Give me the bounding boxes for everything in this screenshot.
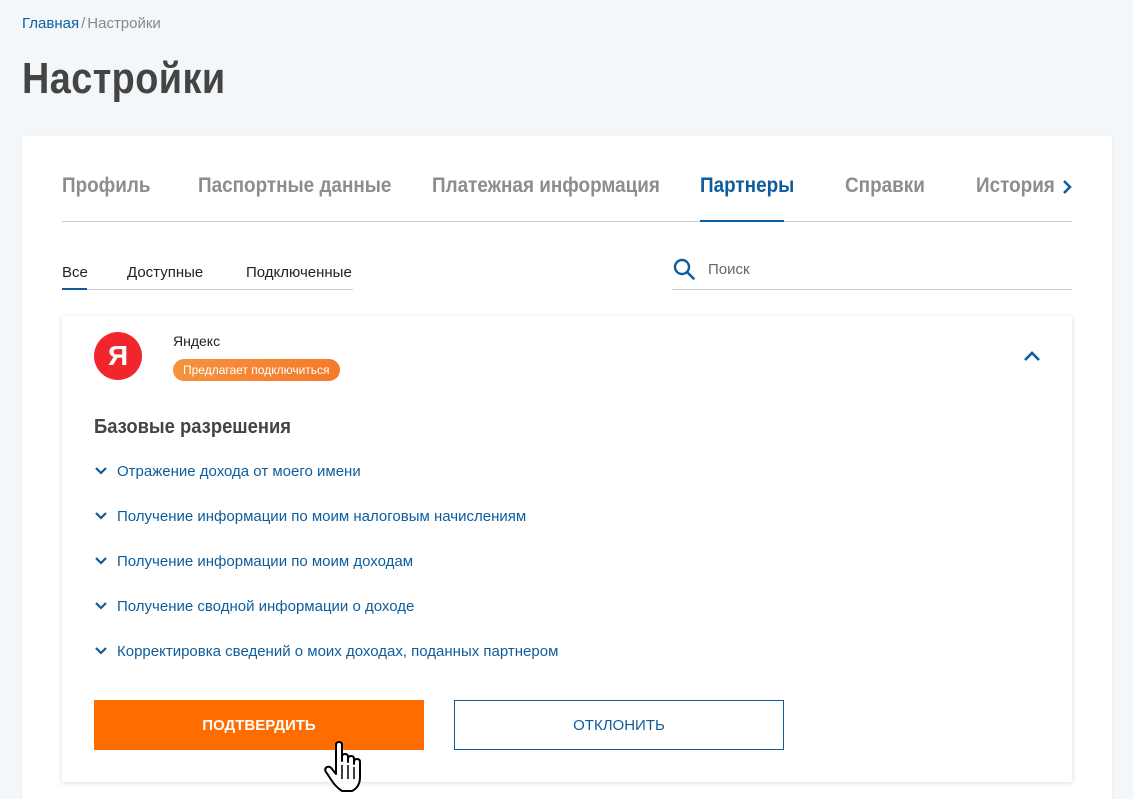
permissions-title: Базовые разрешения — [94, 416, 292, 438]
chevron-down-icon — [95, 467, 107, 475]
permission-item[interactable]: Получение информации по моим налоговым н… — [94, 505, 526, 527]
search-icon — [673, 258, 695, 280]
chevron-down-icon — [95, 557, 107, 565]
permission-label: Получение информации по моим налоговым н… — [117, 507, 527, 525]
settings-tabs: Профиль Паспортные данные Платежная инфо… — [62, 136, 1072, 222]
active-subtab-indicator — [62, 288, 87, 290]
partner-filter-tabs: Все Доступные Подключенные — [62, 260, 353, 290]
tab-history[interactable]: История — [976, 174, 1055, 198]
permission-label: Получение информации по моим доходам — [117, 552, 414, 570]
permission-label: Получение сводной информации о доходе — [117, 597, 415, 615]
chevron-up-icon — [1024, 351, 1040, 361]
partner-card-yandex: Я Яндекс Предлагает подключиться Базовые… — [62, 316, 1072, 782]
chevron-down-icon — [95, 602, 107, 610]
permission-label: Отражение дохода от моего имени — [117, 462, 361, 480]
page-title: Настройки — [22, 54, 226, 103]
permission-item[interactable]: Отражение дохода от моего имени — [94, 460, 361, 482]
settings-page: Главная / Настройки Настройки Профиль Пасп… — [0, 0, 1133, 799]
reject-button[interactable]: ОТКЛОНИТЬ — [454, 700, 784, 750]
permission-label: Корректировка сведений о моих доходах, п… — [117, 642, 559, 660]
tab-passport[interactable]: Паспортные данные — [198, 174, 391, 198]
chevron-down-icon — [95, 512, 107, 520]
search-box — [672, 254, 1072, 290]
settings-card: Профиль Паспортные данные Платежная инфо… — [22, 136, 1112, 799]
breadcrumb-home-link[interactable]: Главная — [22, 15, 79, 32]
tab-payment-info[interactable]: Платежная информация — [432, 174, 660, 198]
tab-certificates[interactable]: Справки — [845, 174, 925, 198]
breadcrumb-separator: / — [81, 15, 86, 32]
collapse-button[interactable] — [1020, 344, 1044, 368]
chevron-right-icon — [1063, 180, 1072, 194]
confirm-button[interactable]: ПОДТВЕРДИТЬ — [94, 700, 424, 750]
permission-item[interactable]: Корректировка сведений о моих доходах, п… — [94, 640, 558, 662]
permission-item[interactable]: Получение сводной информации о доходе — [94, 595, 414, 617]
breadcrumb: Главная / Настройки — [22, 15, 161, 32]
breadcrumb-current: Настройки — [87, 15, 161, 32]
search-input[interactable] — [708, 256, 1058, 282]
tabs-scroll-right-button[interactable] — [1058, 174, 1076, 200]
partner-name: Яндекс — [173, 333, 221, 349]
tab-profile[interactable]: Профиль — [62, 174, 150, 198]
subtab-available[interactable]: Доступные — [127, 264, 203, 281]
tab-partners[interactable]: Партнеры — [700, 174, 794, 198]
permission-item[interactable]: Получение информации по моим доходам — [94, 550, 413, 572]
subtab-connected[interactable]: Подключенные — [246, 264, 352, 281]
status-badge: Предлагает подключиться — [173, 359, 340, 381]
active-tab-indicator — [700, 220, 784, 222]
subtab-all[interactable]: Все — [62, 264, 88, 281]
yandex-logo: Я — [94, 332, 142, 380]
chevron-down-icon — [95, 647, 107, 655]
